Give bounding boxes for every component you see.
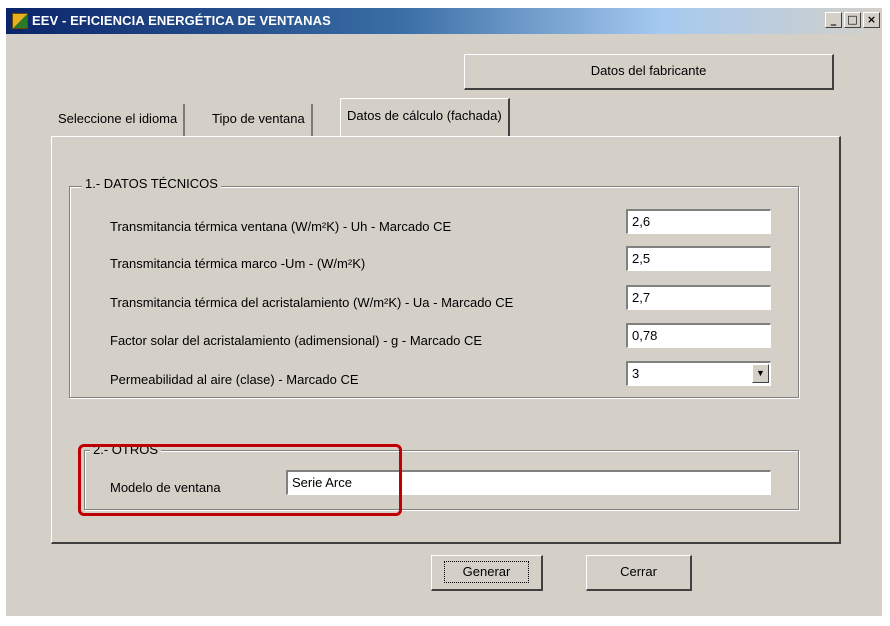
manufacturer-data-button[interactable]: Datos del fabricante xyxy=(464,54,834,90)
title-bar[interactable]: EEV - EFICIENCIA ENERGÉTICA DE VENTANAS … xyxy=(6,8,882,34)
uh-label: Transmitancia térmica ventana (W/m²K) - … xyxy=(110,219,452,234)
solar-factor-input[interactable]: 0,78 xyxy=(626,323,771,348)
air-permeability-label: Permeabilidad al aire (clase) - Marcado … xyxy=(110,372,359,387)
technical-data-title: 1.- DATOS TÉCNICOS xyxy=(82,176,221,191)
minimize-button[interactable]: _ xyxy=(825,12,842,28)
main-window: EEV - EFICIENCIA ENERGÉTICA DE VENTANAS … xyxy=(6,8,882,616)
close-button[interactable]: Cerrar xyxy=(586,555,692,591)
ua-label: Transmitancia térmica del acristalamient… xyxy=(110,295,514,310)
dropdown-arrow-icon[interactable]: ▼ xyxy=(752,364,769,383)
uh-input[interactable]: 2,6 xyxy=(626,209,771,234)
solar-factor-label: Factor solar del acristalamiento (adimen… xyxy=(110,333,483,348)
air-permeability-select[interactable]: 3 ▼ xyxy=(626,361,771,386)
maximize-button[interactable]: □ xyxy=(844,12,861,28)
um-label: Transmitancia térmica marco -Um - (W/m²K… xyxy=(110,256,366,271)
tab-language[interactable]: Seleccione el idioma xyxy=(52,104,186,136)
window-title: EEV - EFICIENCIA ENERGÉTICA DE VENTANAS xyxy=(32,13,331,28)
app-icon xyxy=(12,13,28,29)
close-window-button[interactable]: × xyxy=(863,12,880,28)
window-controls: _ □ × xyxy=(825,12,880,28)
um-input[interactable]: 2,5 xyxy=(626,246,771,271)
generate-button[interactable]: Generar xyxy=(431,555,543,591)
annotation-highlight-box xyxy=(78,444,402,516)
air-permeability-value: 3 xyxy=(632,366,640,381)
tab-window-type[interactable]: Tipo de ventana xyxy=(206,104,313,136)
generate-button-label: Generar xyxy=(443,561,530,583)
tab-calculation-data[interactable]: Datos de cálculo (fachada) xyxy=(340,98,510,136)
ua-input[interactable]: 2,7 xyxy=(626,285,771,310)
